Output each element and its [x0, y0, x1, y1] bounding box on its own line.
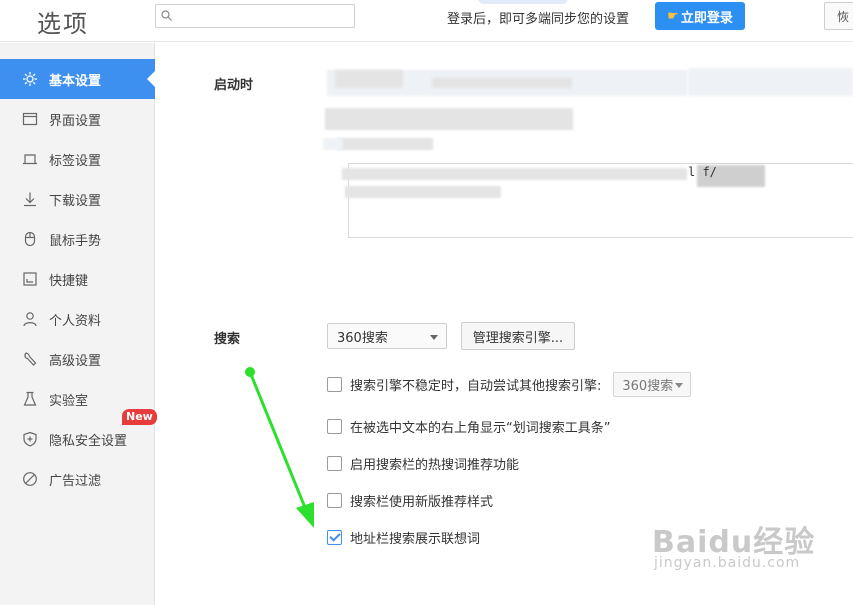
- search-input[interactable]: [176, 7, 348, 25]
- option-label: 搜索栏使用新版推荐样式: [350, 494, 494, 510]
- checkbox-checked[interactable]: [327, 529, 342, 545]
- sidebar-item-download-settings[interactable]: 下载设置: [0, 179, 155, 219]
- download-icon: [24, 192, 36, 207]
- gear-icon: [23, 72, 37, 86]
- checkbox[interactable]: [327, 376, 342, 392]
- sidebar-item-label: 下载设置: [49, 193, 102, 209]
- sidebar-item-label: 广告过滤: [49, 473, 102, 489]
- sidebar-item-label: 实验室: [49, 393, 89, 409]
- fallback-engine-select[interactable]: 360搜索: [613, 371, 692, 397]
- mouse-icon: [24, 231, 36, 247]
- login-button[interactable]: ☛ 立即登录: [655, 2, 745, 30]
- sidebar-item-mouse-gestures[interactable]: 鼠标手势: [0, 219, 155, 259]
- sidebar-item-label: 界面设置: [49, 113, 102, 129]
- search-engine-select[interactable]: 360搜索: [327, 323, 447, 349]
- top-decoration: [478, 0, 568, 4]
- option-auto-try-engines[interactable]: 搜索引擎不稳定时，自动尝试其他搜索引擎: 360搜索: [327, 371, 692, 397]
- manage-search-engines-button[interactable]: 管理搜索引擎...: [461, 322, 575, 350]
- checkbox[interactable]: [327, 418, 342, 434]
- blurred-startup-option: [688, 68, 853, 96]
- startup-url-tail: l f/: [688, 165, 717, 179]
- search-label: 搜索: [214, 332, 241, 347]
- login-hint: 登录后，即可多端同步您的设置: [447, 12, 630, 27]
- option-new-suggestion-style[interactable]: 搜索栏使用新版推荐样式: [327, 491, 494, 510]
- option-address-bar-suggestions[interactable]: 地址栏搜索展示联想词: [327, 528, 481, 547]
- fallback-engine-select-value: 360搜索: [622, 378, 674, 394]
- sidebar-item-profile[interactable]: 个人资料: [0, 299, 155, 339]
- chevron-down-icon: [430, 335, 438, 340]
- option-label: 在被选中文本的右上角显示“划词搜索工具条”: [350, 420, 611, 436]
- login-button-label: 立即登录: [680, 10, 733, 26]
- sidebar-item-label: 隐私安全设置: [49, 433, 128, 449]
- option-label: 地址栏搜索展示联想词: [350, 531, 481, 547]
- header-bar: 选项 登录后，即可多端同步您的设置 ☛ 立即登录 恢: [0, 0, 853, 42]
- sidebar-item-label: 高级设置: [49, 353, 102, 369]
- sidebar-item-shortcuts[interactable]: 快捷键: [0, 259, 155, 299]
- person-icon: [23, 312, 37, 327]
- sidebar: 基本设置 界面设置 标签设置 下载设置 鼠标手势 快捷键 个人资料 高级设置 实…: [0, 43, 155, 605]
- chevron-down-icon: [675, 382, 684, 388]
- new-badge: New: [122, 409, 157, 425]
- sidebar-item-ad-filter[interactable]: 广告过滤: [0, 459, 155, 499]
- blurred-startup-text: [335, 70, 403, 88]
- window-icon: [22, 112, 38, 126]
- sidebar-item-privacy-security[interactable]: 隐私安全设置: [0, 419, 155, 459]
- sidebar-item-basic-settings[interactable]: 基本设置: [0, 59, 155, 99]
- block-icon: [23, 472, 37, 486]
- annotation-arrow-head: [296, 502, 314, 528]
- search-box[interactable]: [155, 4, 355, 28]
- tab-icon: [23, 154, 37, 165]
- sidebar-item-tab-settings[interactable]: 标签设置: [0, 139, 155, 179]
- startup-label: 启动时: [214, 78, 254, 93]
- sidebar-item-label: 标签设置: [49, 153, 102, 169]
- restore-defaults-button[interactable]: 恢: [824, 2, 853, 30]
- blurred-startup-text: [338, 138, 433, 150]
- sidebar-item-label: 个人资料: [49, 313, 102, 329]
- sidebar-item-label: 基本设置: [49, 73, 102, 89]
- wrench-icon: [24, 352, 37, 366]
- option-hot-search-words[interactable]: 启用搜索栏的热搜词推荐功能: [327, 454, 520, 473]
- option-label: 搜索引擎不稳定时，自动尝试其他搜索引擎:: [350, 378, 602, 394]
- option-selection-toolbar[interactable]: 在被选中文本的右上角显示“划词搜索工具条”: [327, 417, 611, 436]
- pointing-hand-icon: ☛: [667, 8, 679, 24]
- shield-icon: [23, 431, 37, 447]
- search-engine-select-value: 360搜索: [337, 330, 388, 346]
- watermark: Baidu经验 jingyan.baidu.com: [652, 517, 815, 571]
- blurred-url-text: [345, 186, 501, 198]
- search-icon: [161, 10, 172, 21]
- blurred-startup-text: [325, 108, 573, 130]
- sidebar-item-label: 快捷键: [49, 273, 89, 289]
- checkbox[interactable]: [327, 455, 342, 471]
- sidebar-item-ui-settings[interactable]: 界面设置: [0, 99, 155, 139]
- sidebar-item-advanced-settings[interactable]: 高级设置: [0, 339, 155, 379]
- flask-icon: [23, 391, 37, 406]
- option-label: 启用搜索栏的热搜词推荐功能: [350, 457, 520, 473]
- sidebar-item-label: 鼠标手势: [49, 233, 102, 249]
- watermark-sub: jingyan.baidu.com: [654, 555, 801, 571]
- restore-button-label: 恢: [837, 9, 850, 24]
- blurred-url-text: [342, 168, 687, 180]
- annotation-arrow-shaft: [248, 370, 308, 512]
- blurred-startup-radio: [323, 138, 343, 150]
- blurred-startup-text: [432, 78, 572, 88]
- checkbox[interactable]: [327, 492, 342, 508]
- page-title: 选项: [37, 10, 89, 38]
- keyboard-icon: [23, 272, 37, 286]
- annotation-arrow-tail: [245, 367, 255, 377]
